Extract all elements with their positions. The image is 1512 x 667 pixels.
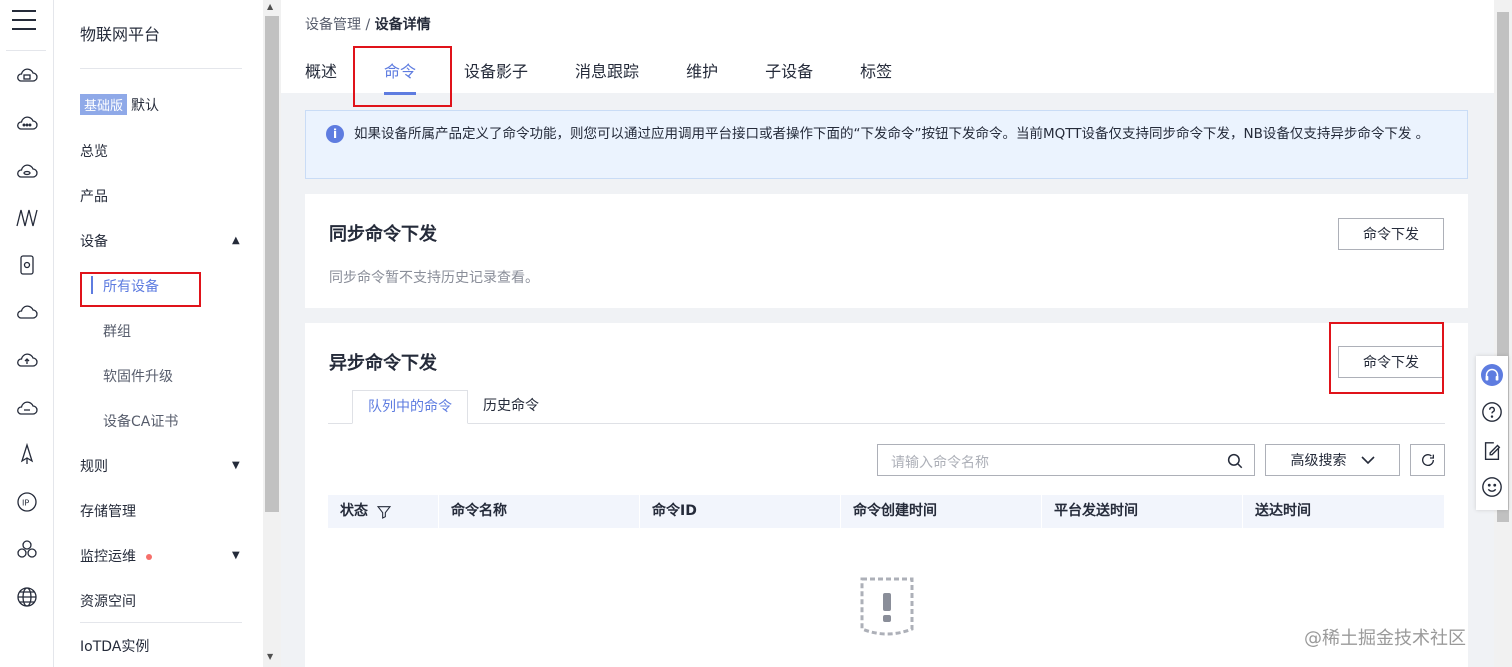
empty-state-icon [860,577,914,636]
watermark: @稀土掘金技术社区 [1304,628,1466,649]
command-table-header: 状态 命令名称 命令ID 命令创建时间 平台发送时间 送达时间 [328,495,1445,528]
device-icon[interactable] [15,253,39,277]
feedback-edit-icon[interactable] [1481,440,1503,462]
floating-toolbar [1476,356,1508,510]
help-icon[interactable] [1481,401,1503,423]
caret-up-icon[interactable]: ▲ [232,235,240,246]
scroll-down-icon[interactable]: ▼ [267,652,273,661]
search-icon[interactable] [1226,452,1244,470]
alert-dot [146,554,152,560]
icon-rail: IP [0,0,54,667]
cloud-sync-icon[interactable] [15,396,39,420]
breadcrumb-parent[interactable]: 设备管理 [305,17,361,33]
highlight-box-command-tab [353,46,452,107]
nav-divider [80,68,242,69]
column-status: 状态 [328,495,439,528]
filter-icon[interactable] [376,504,392,520]
column-delivered-time: 送达时间 [1243,495,1445,528]
wave-icon[interactable] [15,206,39,230]
rail-divider [6,50,46,51]
column-command-id: 命令ID [640,495,841,528]
nav-item-product[interactable]: 产品 [80,186,108,206]
nav-item-rules[interactable]: 规则 [80,456,108,476]
edition-selector[interactable]: 基础版 默认 [80,94,159,115]
breadcrumb-separator: / [361,17,375,33]
sync-command-card: 同步命令下发 命令下发 同步命令暂不支持历史记录查看。 [305,194,1468,308]
hamburger-menu-icon[interactable] [12,10,36,32]
page-scrollbar[interactable] [1494,0,1512,667]
async-title: 异步命令下发 [329,353,437,374]
ip-icon[interactable]: IP [15,490,39,514]
cloud-upload-icon[interactable] [15,348,39,372]
refresh-icon [1421,454,1434,466]
tab-overview[interactable]: 概述 [305,58,337,82]
cluster-icon[interactable] [15,538,39,562]
cloud-icon[interactable] [15,300,39,324]
tab-device-shadow[interactable]: 设备影子 [464,58,528,82]
sync-title: 同步命令下发 [329,224,437,245]
chevron-down-icon [1360,456,1375,465]
refresh-button[interactable] [1410,444,1445,476]
info-text: 如果设备所属产品定义了命令功能，则您可以通过应用调用平台接口或者操作下面的“下发… [354,126,1430,142]
breadcrumb-current: 设备详情 [374,17,431,33]
column-created-time: 命令创建时间 [841,495,1042,528]
highlight-box-all-devices [80,272,201,307]
cloud-db-icon[interactable] [15,160,39,184]
column-status-label: 状态 [340,503,368,519]
nav-item-firmware[interactable]: 软固件升级 [103,366,173,386]
page-header: 设备管理 / 设备详情 概述 命令 设备影子 消息跟踪 维护 子设备 标签 [281,0,1494,107]
cloud-dots-icon[interactable] [15,112,39,136]
sync-note: 同步命令暂不支持历史记录查看。 [329,270,539,286]
nav-item-device[interactable]: 设备 [80,231,108,251]
tab-tags[interactable]: 标签 [860,58,892,82]
info-icon: i [326,125,344,143]
caret-down-icon[interactable]: ▼ [232,550,240,561]
column-command-name: 命令名称 [439,495,640,528]
sidebar-scrollbar[interactable]: ▲ ▼ [263,0,281,667]
svg-text:IP: IP [22,499,29,508]
subtab-queued[interactable]: 队列中的命令 [352,390,468,424]
scroll-up-icon[interactable]: ▲ [267,2,273,11]
headset-support-icon[interactable] [1481,364,1503,386]
edition-value: 默认 [131,97,160,114]
async-command-card: 异步命令下发 命令下发 队列中的命令 历史命令 请输入命令名称 高级搜索 状态 … [305,322,1468,667]
breadcrumb: 设备管理 / 设备详情 [305,14,431,34]
nav-sidebar: 物联网平台 基础版 默认 总览 产品 设备 ▲ 所有设备 群组 软固件升级 设备… [54,0,263,667]
platform-title: 物联网平台 [80,25,161,44]
tab-maintenance[interactable]: 维护 [686,58,718,82]
advanced-search-button[interactable]: 高级搜索 [1265,444,1400,476]
tab-sub-devices[interactable]: 子设备 [765,58,813,82]
globe-icon[interactable] [15,585,39,609]
nav-item-iotda[interactable]: IoTDA实例 [80,636,149,656]
scrollbar-thumb[interactable] [265,16,279,512]
subtab-history[interactable]: 历史命令 [468,390,554,424]
search-placeholder: 请输入命令名称 [891,455,989,471]
nav-item-monitor-label: 监控运维 [80,549,136,565]
nav-item-group[interactable]: 群组 [103,321,131,341]
info-banner: i 如果设备所属产品定义了命令功能，则您可以通过应用调用平台接口或者操作下面的“… [305,110,1468,179]
smiley-icon[interactable] [1481,476,1503,498]
sync-send-command-button[interactable]: 命令下发 [1338,218,1444,250]
nav-item-storage[interactable]: 存储管理 [80,501,136,521]
command-search-input[interactable]: 请输入命令名称 [877,444,1255,476]
highlight-box-async-button [1329,322,1444,394]
advanced-search-label: 高级搜索 [1290,453,1347,469]
nav-divider [80,622,242,623]
column-sent-time: 平台发送时间 [1042,495,1243,528]
nav-item-overview[interactable]: 总览 [80,141,108,161]
edition-badge: 基础版 [80,94,128,115]
tab-message-trace[interactable]: 消息跟踪 [575,58,639,82]
rocket-icon[interactable] [15,443,39,467]
nav-item-ca-cert[interactable]: 设备CA证书 [103,411,178,431]
async-subtabs: 队列中的命令 历史命令 [328,390,1445,424]
nav-item-monitor[interactable]: 监控运维 [80,546,152,566]
caret-down-icon[interactable]: ▼ [232,460,240,471]
nav-item-resource[interactable]: 资源空间 [80,591,136,611]
cloud-chip-icon[interactable] [15,64,39,88]
